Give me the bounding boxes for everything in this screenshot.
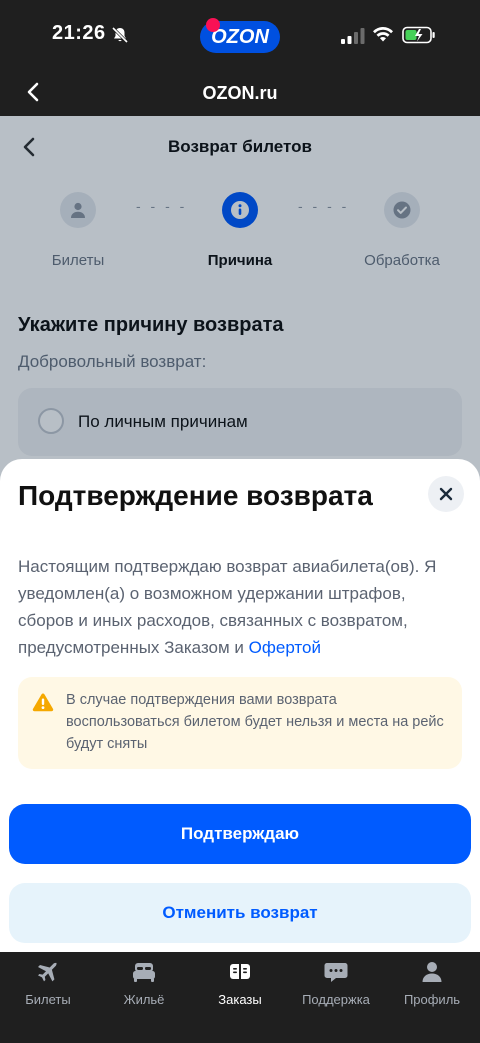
browser-title: OZON.ru	[202, 83, 278, 103]
tab-label: Жильё	[123, 992, 165, 1007]
logo-text: OZON	[211, 25, 269, 48]
close-icon	[439, 487, 453, 501]
status-time: 21:26	[52, 22, 106, 44]
tab-support[interactable]: Поддержка	[288, 960, 384, 1010]
tab-profile[interactable]: Профиль	[384, 960, 480, 1010]
tab-orders[interactable]: Заказы	[192, 960, 288, 1010]
cancel-refund-button[interactable]: Отменить возврат	[9, 883, 471, 943]
confirm-refund-sheet: Подтверждение возврата Настоящим подтвер…	[0, 459, 480, 952]
plane-icon	[38, 962, 57, 982]
tab-label: Профиль	[403, 992, 461, 1007]
warning-icon	[32, 693, 54, 712]
tab-label: Поддержка	[302, 992, 370, 1007]
tab-housing[interactable]: Жильё	[96, 960, 192, 1010]
wifi-icon	[373, 26, 393, 42]
profile-icon	[422, 962, 442, 982]
close-button[interactable]	[428, 476, 464, 512]
confirmation-body: Настоящим подтверждаю возврат авиабилета…	[18, 557, 437, 657]
logo-dot	[206, 18, 220, 32]
confirm-button[interactable]: Подтверждаю	[9, 804, 471, 864]
book-icon	[230, 964, 250, 979]
tab-label: Билеты	[25, 992, 71, 1007]
tab-tickets[interactable]: Билеты	[0, 960, 96, 1010]
offer-link[interactable]: Офертой	[249, 638, 321, 657]
warning-text: В случае подтверждения вами возврата вос…	[66, 692, 444, 752]
confirmation-text: Настоящим подтверждаю возврат авиабилета…	[18, 553, 464, 661]
bell-muted-icon	[111, 26, 129, 44]
status-bar: 21:26 OZON	[0, 0, 480, 70]
tab-label: Заказы	[218, 992, 262, 1007]
battery-charging-icon	[402, 26, 435, 44]
bed-icon	[133, 963, 155, 982]
warning-box: В случае подтверждения вами возврата вос…	[18, 677, 462, 769]
sheet-title: Подтверждение возврата	[18, 480, 373, 511]
ozon-logo: OZON	[200, 18, 280, 53]
tab-bar: Билеты Жильё Заказы Поддержка Профиль	[0, 952, 480, 1043]
browser-bar: OZON.ru	[0, 70, 480, 116]
signal-icon	[341, 28, 365, 44]
chat-icon	[324, 963, 348, 982]
